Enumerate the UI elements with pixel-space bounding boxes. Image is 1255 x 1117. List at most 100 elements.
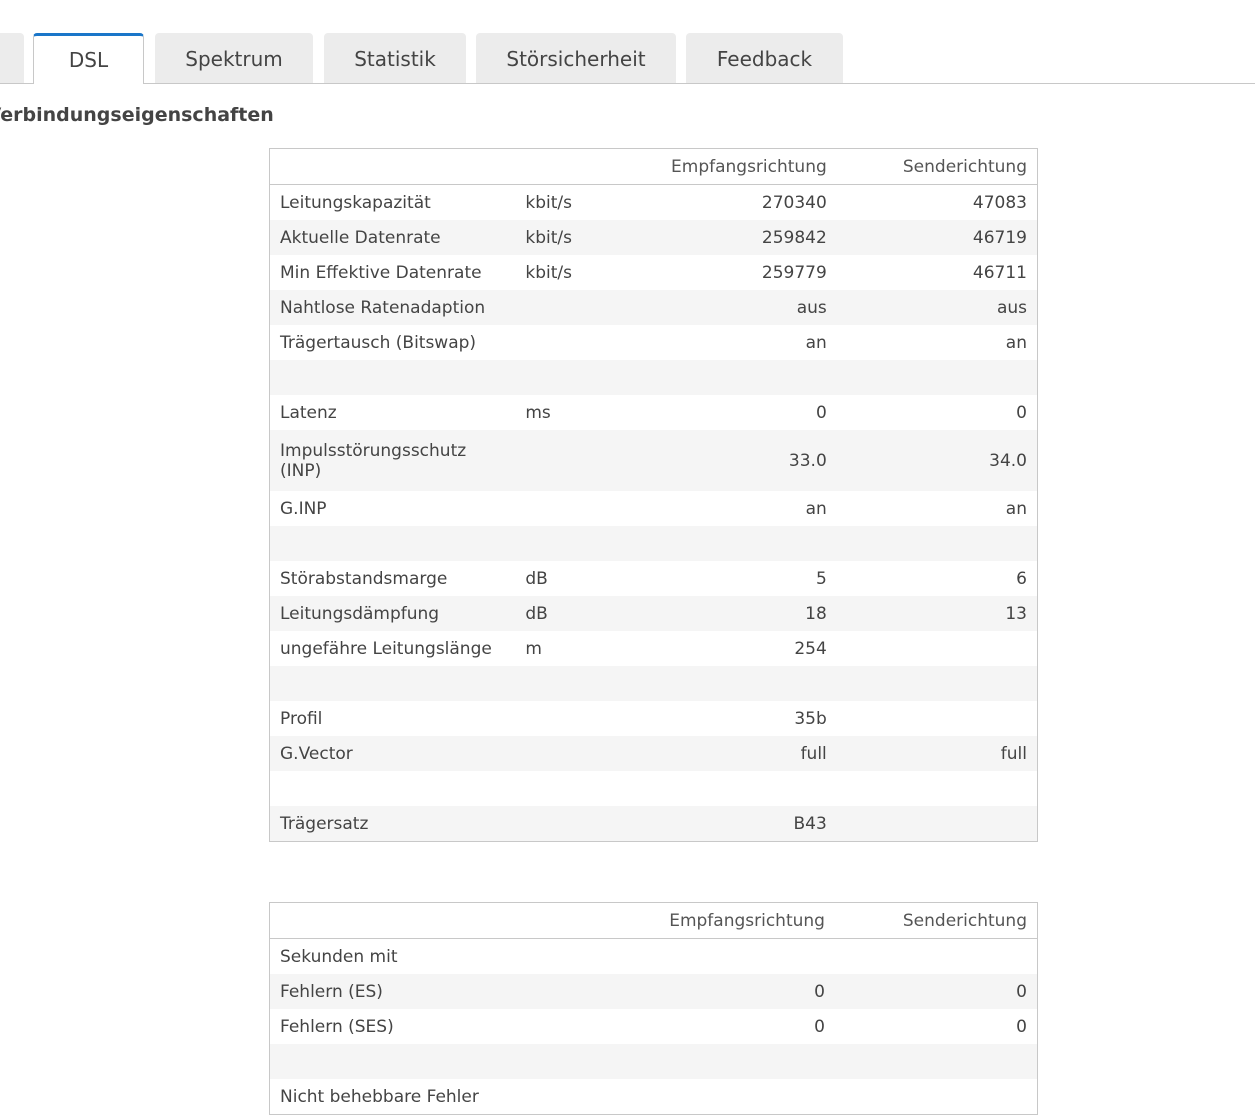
cell-unit [514,1044,609,1079]
cell-downstream: an [611,491,837,526]
cell-unit: dB [515,561,612,596]
cell-downstream [611,526,837,561]
cell-label: Trägertausch (Bitswap) [269,325,516,360]
cell-upstream: 34.0 [836,430,1038,491]
table-header-row: Empfangsrichtung Senderichtung [269,902,1038,939]
cell-label: Min Effektive Datenrate [269,255,516,290]
cell-upstream [836,360,1038,395]
cell-downstream: 259842 [611,220,837,255]
table-row: Störabstandsmarge dB 5 6 [269,561,1038,596]
cell-unit [515,771,612,806]
table-row: Nicht behebbare Fehler [269,1079,1038,1115]
cell-downstream: 18 [611,596,837,631]
cell-downstream [608,1044,835,1079]
cell-unit: dB [515,596,612,631]
tab-spektrum[interactable]: Spektrum [155,33,313,83]
cell-upstream: 46711 [836,255,1038,290]
cell-downstream: 5 [611,561,837,596]
table-row: ungefähre Leitungslänge m 254 [269,631,1038,666]
table-row: Leitungsdämpfung dB 18 13 [269,596,1038,631]
tab-overview[interactable] [0,33,24,83]
connection-properties-table: Empfangsrichtung Senderichtung Leitungsk… [269,148,1038,842]
cell-upstream: 0 [836,395,1038,430]
cell-unit [514,938,609,974]
cell-upstream [836,806,1038,842]
cell-upstream: 0 [834,974,1038,1009]
cell-unit [515,666,612,701]
table-row: Profil 35b [269,701,1038,736]
cell-unit [514,974,609,1009]
cell-downstream: 0 [608,974,835,1009]
error-statistics-table: Empfangsrichtung Senderichtung Sekunden … [269,902,1038,1115]
cell-label: Nicht behebbare Fehler [269,1079,515,1115]
cell-unit: kbit/s [515,220,612,255]
cell-unit [515,526,612,561]
cell-upstream: an [836,491,1038,526]
cell-downstream: 259779 [611,255,837,290]
cell-upstream [834,938,1038,974]
cell-label [269,1044,515,1079]
cell-label: Sekunden mit [269,938,515,974]
cell-unit [515,736,612,771]
cell-label [269,360,516,395]
table-row: G.INP an an [269,491,1038,526]
cell-label: Impulsstörungsschutz (INP) [269,430,516,491]
cell-upstream: 47083 [836,184,1038,220]
table-row [269,771,1038,806]
tab-stoersicherheit[interactable]: Störsicherheit [476,33,676,83]
cell-downstream [611,666,837,701]
cell-label: Leitungskapazität [269,184,516,220]
table-row: Sekunden mit [269,938,1038,974]
table-header-row: Empfangsrichtung Senderichtung [269,148,1038,185]
cell-downstream [611,360,837,395]
table-row [269,526,1038,561]
cell-upstream: full [836,736,1038,771]
header-downstream: Empfangsrichtung [608,902,835,939]
cell-downstream: B43 [611,806,837,842]
cell-label [269,771,516,806]
header-label [269,902,515,939]
cell-upstream [834,1044,1038,1079]
table-row: Leitungskapazität kbit/s 270340 47083 [269,184,1038,220]
table-row: Fehlern (SES) 0 0 [269,1009,1038,1044]
table-row [269,1044,1038,1079]
cell-unit [515,430,612,491]
cell-label: Trägersatz [269,806,516,842]
tab-dsl[interactable]: DSL [33,33,144,84]
header-downstream: Empfangsrichtung [611,148,837,185]
cell-downstream: an [611,325,837,360]
cell-label: Nahtlose Ratenadaption [269,290,516,325]
cell-unit [514,1009,609,1044]
cell-downstream: full [611,736,837,771]
cell-downstream: 254 [611,631,837,666]
cell-label: G.Vector [269,736,516,771]
cell-downstream: aus [611,290,837,325]
cell-downstream: 33.0 [611,430,837,491]
cell-upstream [836,526,1038,561]
cell-upstream: 6 [836,561,1038,596]
cell-downstream: 0 [608,1009,835,1044]
cell-unit [515,701,612,736]
cell-unit: kbit/s [515,184,612,220]
cell-label [269,666,516,701]
cell-label: Latenz [269,395,516,430]
tab-statistik[interactable]: Statistik [324,33,466,83]
tab-feedback[interactable]: Feedback [686,33,843,83]
table-row: G.Vector full full [269,736,1038,771]
header-upstream: Senderichtung [836,148,1038,185]
cell-unit [515,360,612,395]
cell-downstream: 35b [611,701,837,736]
header-label [269,148,516,185]
cell-label: Aktuelle Datenrate [269,220,516,255]
cell-label: G.INP [269,491,516,526]
cell-upstream [836,771,1038,806]
table-row: Nahtlose Ratenadaption aus aus [269,290,1038,325]
cell-downstream: 270340 [611,184,837,220]
section-title: te Verbindungseigenschaften [0,104,274,126]
header-unit [514,902,609,939]
cell-unit [515,806,612,842]
cell-label: Störabstandsmarge [269,561,516,596]
cell-upstream: an [836,325,1038,360]
cell-label: Fehlern (SES) [269,1009,515,1044]
table-row: Fehlern (ES) 0 0 [269,974,1038,1009]
